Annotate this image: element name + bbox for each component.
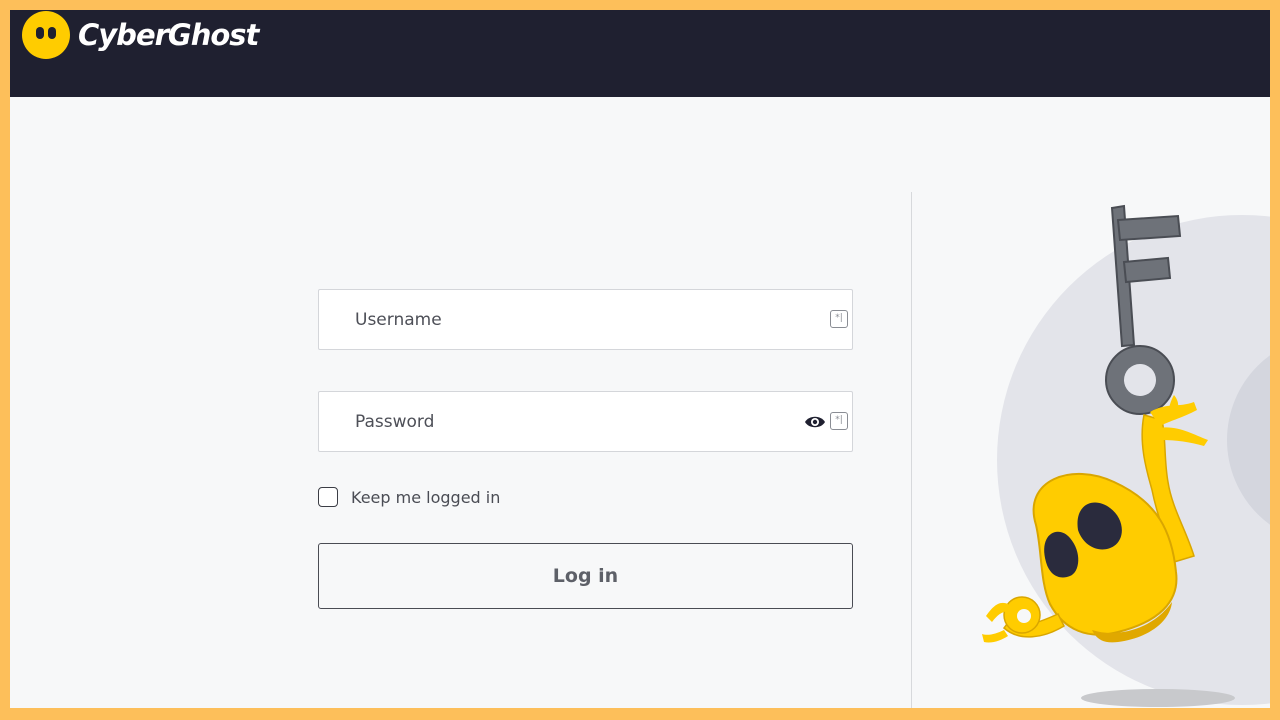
eye-icon[interactable] bbox=[804, 414, 826, 430]
password-input[interactable] bbox=[319, 392, 852, 451]
ghost-key-illustration bbox=[982, 204, 1270, 707]
login-button[interactable]: Log in bbox=[318, 543, 853, 609]
keep-logged-in-label[interactable]: Keep me logged in bbox=[351, 488, 500, 507]
brand-logo[interactable]: CyberGhost bbox=[22, 11, 259, 59]
brand-name: CyberGhost bbox=[78, 18, 259, 52]
keyboard-icon[interactable]: *| bbox=[830, 310, 848, 328]
keyboard-icon[interactable]: *| bbox=[830, 412, 848, 430]
username-field[interactable]: *| bbox=[318, 289, 853, 350]
ghost-logo-icon bbox=[22, 11, 70, 59]
header-bar: CyberGhost bbox=[10, 10, 1270, 97]
login-page: CyberGhost *| *| Keep me logged in Log i… bbox=[10, 10, 1270, 708]
password-field[interactable]: *| bbox=[318, 391, 853, 452]
username-input[interactable] bbox=[319, 290, 852, 349]
keep-logged-in[interactable]: Keep me logged in bbox=[318, 487, 500, 507]
keep-logged-in-checkbox[interactable] bbox=[318, 487, 338, 507]
